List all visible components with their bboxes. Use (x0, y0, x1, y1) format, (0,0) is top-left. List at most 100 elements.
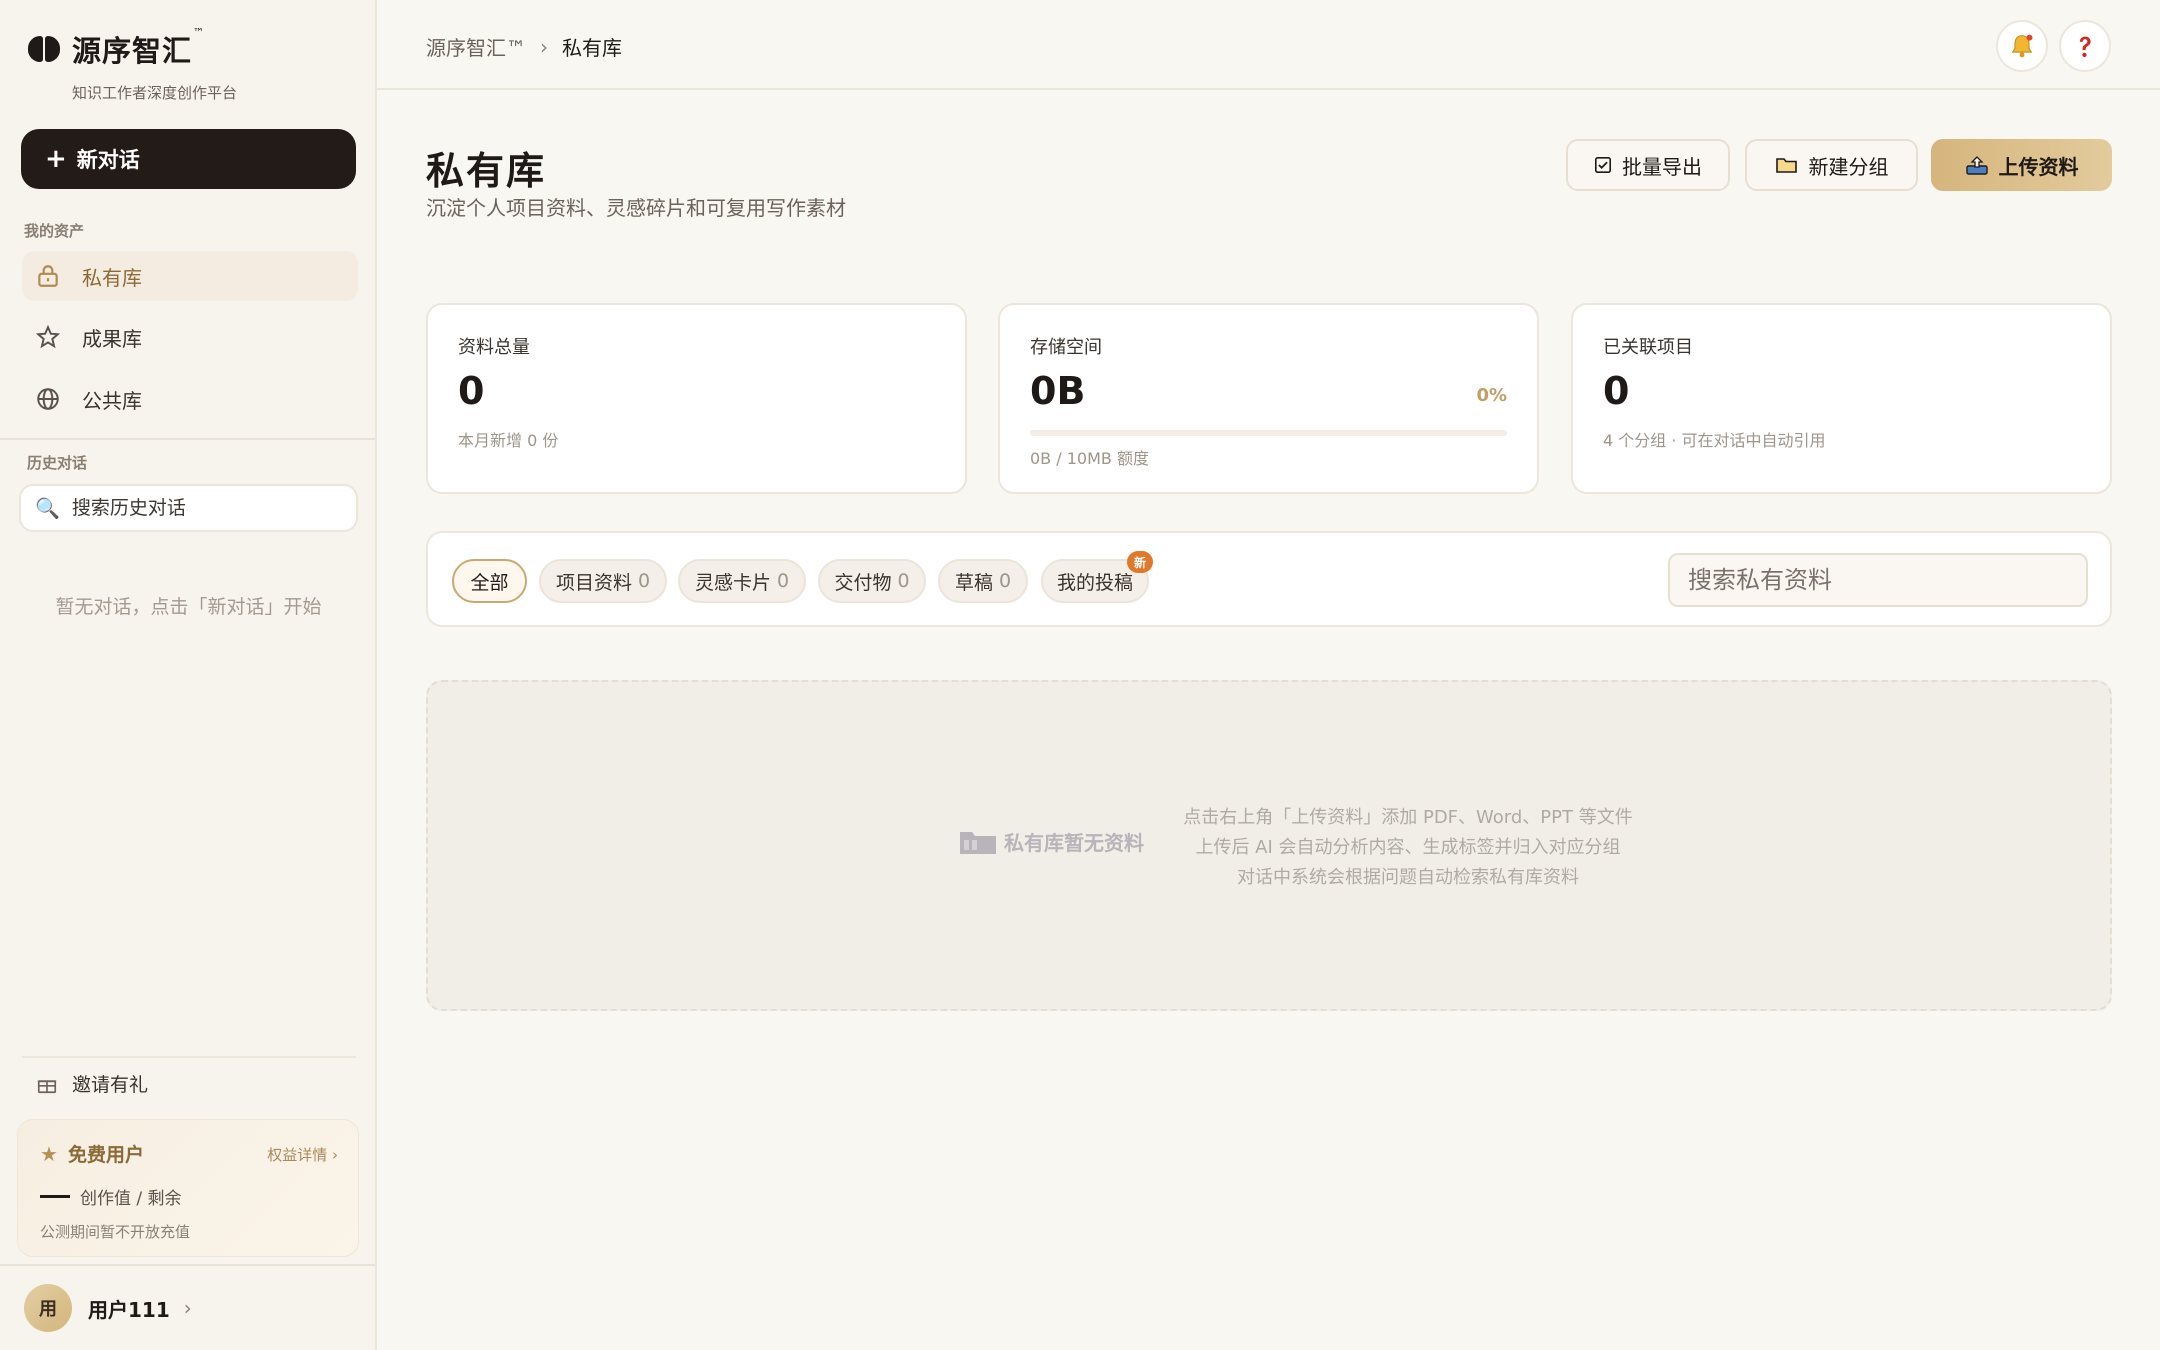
stat-card-storage: 存储空间 0B 0% 0B / 10MB 额度 (998, 303, 1539, 494)
chip-label: 草稿 (954, 571, 993, 594)
sidebar-item-label: 私有库 (82, 265, 142, 290)
history-section-label: 历史对话 (27, 454, 88, 472)
storage-progress-bar (1030, 430, 1507, 436)
new-badge: 新 (1127, 551, 1153, 573)
chip-label: 灵感卡片 (694, 571, 771, 594)
filter-chip-deliverables[interactable]: 交付物 0 (818, 559, 926, 603)
storage-percent: 0% (1476, 385, 1507, 406)
upload-button[interactable]: 上传资料 (1931, 139, 2112, 191)
library-search-input[interactable] (1688, 566, 2068, 594)
stat-label: 存储空间 (1030, 337, 1102, 358)
membership-title: ★ 免费用户 (40, 1140, 144, 1167)
membership-plan: 免费用户 (67, 1144, 144, 1166)
brand[interactable]: 源序智汇™ (28, 26, 206, 70)
new-chat-label: 新对话 (76, 148, 140, 172)
breadcrumb-separator: › (540, 34, 548, 59)
divider (0, 438, 375, 440)
sidebar-item-label: 成果库 (82, 326, 142, 351)
divider (0, 1264, 375, 1266)
chevron-right-icon: › (183, 1296, 192, 1320)
stat-sub: 本月新增 0 份 (458, 431, 559, 450)
empty-hints: 点击右上角「上传资料」添加 PDF、Word、PPT 等文件 上传后 AI 会自… (1138, 803, 1678, 893)
folder-icon (958, 826, 998, 856)
stat-sub: 0B / 10MB 额度 (1030, 449, 1149, 468)
invite-button[interactable]: 邀请有礼 (36, 1070, 148, 1097)
bell-icon (2011, 34, 2033, 58)
benefits-link[interactable]: 权益详情 › (267, 1144, 338, 1165)
stat-value: 0 (1603, 369, 1630, 413)
user-menu[interactable]: 用 用户111 › (24, 1284, 192, 1332)
chip-label: 项目资料 (555, 571, 632, 594)
sidebar-item-public-library[interactable]: 公共库 (22, 374, 358, 424)
new-chat-button[interactable]: + 新对话 (21, 129, 356, 189)
search-icon: 🔍 (35, 496, 60, 520)
usage-dash (40, 1195, 70, 1198)
folder-icon (1775, 155, 1799, 175)
chip-label: 交付物 (834, 571, 892, 594)
chip-label: 全部 (470, 571, 509, 594)
membership-usage: 创作值 / 剩余 (40, 1184, 182, 1209)
sidebar-item-private-library[interactable]: 私有库 (22, 251, 358, 301)
lock-icon (34, 262, 62, 290)
breadcrumb-home[interactable]: 源序智汇™ (426, 32, 526, 61)
stat-sub: 4 个分组 · 可在对话中自动引用 (1603, 431, 1826, 450)
empty-state: 私有库暂无资料 点击右上角「上传资料」添加 PDF、Word、PPT 等文件 上… (426, 680, 2112, 1011)
filter-bar: 全部 项目资料 0 灵感卡片 0 交付物 0 草稿 0 我的投稿 新 (426, 531, 2112, 627)
question-icon (2079, 36, 2091, 58)
history-search[interactable]: 🔍 (19, 484, 358, 532)
sidebar: 源序智汇™ 知识工作者深度创作平台 + 新对话 我的资产 私有库 成果库 公共库… (0, 0, 377, 1350)
plus-icon: + (45, 144, 67, 174)
star-icon (34, 323, 62, 351)
chip-count: 0 (998, 570, 1012, 592)
avatar: 用 (24, 1284, 72, 1332)
empty-title-text: 私有库暂无资料 (1004, 830, 1144, 855)
user-name: 用户111 (88, 1297, 170, 1322)
batch-export-button[interactable]: 批量导出 (1566, 139, 1730, 191)
filter-chip-drafts[interactable]: 草稿 0 (938, 559, 1028, 603)
notifications-button[interactable] (1996, 20, 2048, 72)
checkbox-icon (1594, 156, 1612, 174)
filter-chip-all[interactable]: 全部 (452, 559, 527, 603)
membership-note: 公测期间暂不开放充值 (40, 1223, 191, 1241)
breadcrumb-current: 私有库 (562, 36, 622, 60)
history-empty-text: 暂无对话，点击「新对话」开始 (55, 596, 322, 618)
brand-logo-icon (28, 36, 60, 62)
stat-card-total: 资料总量 0 本月新增 0 份 (426, 303, 967, 494)
stat-value: 0 (458, 369, 485, 413)
globe-icon (34, 385, 62, 413)
upload-icon (1965, 154, 1989, 176)
topbar: 源序智汇™ › 私有库 (377, 0, 2160, 90)
stat-label: 已关联项目 (1603, 337, 1693, 358)
chip-label: 我的投稿 (1056, 571, 1133, 594)
empty-title: 私有库暂无资料 (958, 826, 1144, 856)
library-search[interactable] (1668, 553, 2088, 607)
filter-chip-submissions[interactable]: 我的投稿 新 (1041, 551, 1153, 603)
page-title: 私有库 (426, 149, 547, 193)
sidebar-item-results-library[interactable]: 成果库 (22, 312, 358, 362)
stat-card-projects: 已关联项目 0 4 个分组 · 可在对话中自动引用 (1571, 303, 2112, 494)
chip-count: 0 (637, 570, 651, 592)
sidebar-item-label: 公共库 (82, 388, 142, 413)
gift-icon (36, 1073, 58, 1095)
history-search-input[interactable] (71, 497, 332, 519)
stat-label: 资料总量 (458, 337, 530, 358)
filter-chip-project[interactable]: 项目资料 0 (539, 559, 667, 603)
breadcrumb: 源序智汇™ › 私有库 (426, 32, 622, 61)
brand-tagline: 知识工作者深度创作平台 (72, 84, 238, 102)
invite-label: 邀请有礼 (72, 1074, 149, 1096)
chip-count: 0 (897, 570, 910, 592)
star-icon: ★ (40, 1141, 58, 1166)
brand-name: 源序智汇™ (72, 26, 206, 68)
filter-chip-inspiration[interactable]: 灵感卡片 0 (678, 559, 806, 603)
membership-card: ★ 免费用户 权益详情 › 创作值 / 剩余 公测期间暂不开放充值 (17, 1119, 359, 1257)
batch-export-label: 批量导出 (1622, 154, 1702, 179)
chip-count: 0 (776, 570, 790, 592)
help-button[interactable] (2059, 20, 2111, 72)
assets-section-label: 我的资产 (24, 222, 85, 240)
divider (22, 1056, 356, 1058)
upload-label: 上传资料 (1998, 154, 2079, 179)
stat-value: 0B (1030, 369, 1086, 413)
empty-hint-line: 点击右上角「上传资料」添加 PDF、Word、PPT 等文件 (1183, 807, 1633, 828)
new-group-label: 新建分组 (1808, 154, 1889, 179)
new-group-button[interactable]: 新建分组 (1745, 139, 1918, 191)
